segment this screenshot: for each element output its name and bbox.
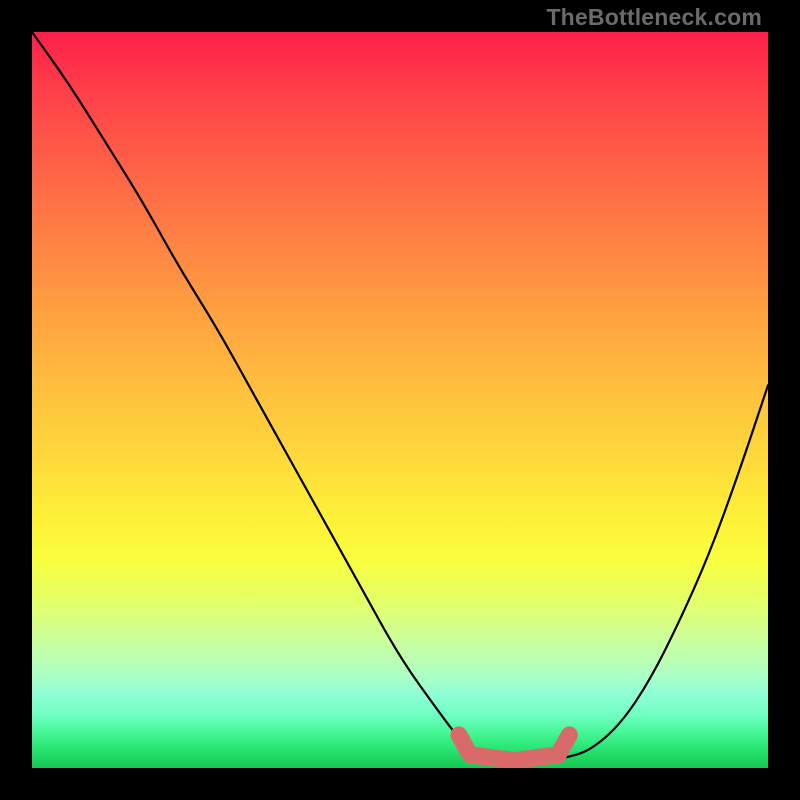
- watermark-text: TheBottleneck.com: [546, 4, 762, 31]
- bottleneck-curve: [32, 32, 768, 768]
- chart-frame: TheBottleneck.com: [0, 0, 800, 800]
- plot-area: [32, 32, 768, 768]
- curve-path: [32, 32, 768, 761]
- flat-marker: [459, 735, 569, 761]
